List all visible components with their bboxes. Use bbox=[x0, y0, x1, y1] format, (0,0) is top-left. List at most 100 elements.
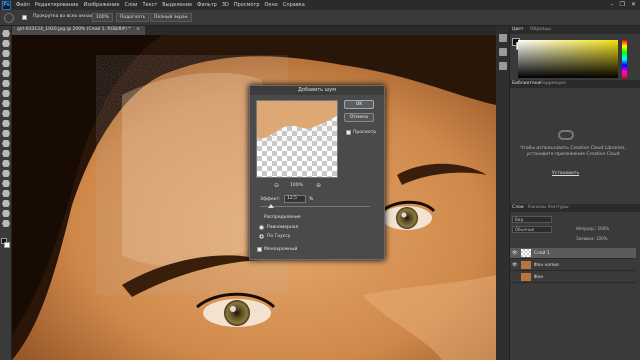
history-brush-tool-icon[interactable] bbox=[2, 120, 10, 127]
right-panels: Цвет Образцы Библиотеки Коррекция Чтобы … bbox=[496, 26, 640, 360]
fit-screen-button[interactable]: Подогнать bbox=[116, 13, 150, 22]
layer-thumbnail bbox=[520, 249, 531, 257]
eye-icon[interactable]: 👁 bbox=[512, 251, 518, 256]
blur-tool-icon[interactable] bbox=[2, 150, 10, 157]
hand-tool-icon[interactable] bbox=[2, 210, 10, 217]
amount-label: Эффект: bbox=[260, 197, 281, 202]
tab-paths[interactable]: Контуры bbox=[548, 205, 569, 210]
shape-tool-icon[interactable] bbox=[2, 200, 10, 207]
layer-kind-filter[interactable]: Вид bbox=[512, 216, 552, 223]
zoom-tool-icon[interactable] bbox=[2, 220, 10, 227]
layer-row[interactable]: 👁 Фон копия bbox=[510, 260, 636, 271]
hue-slider[interactable] bbox=[622, 40, 627, 78]
gaussian-radio[interactable] bbox=[259, 234, 264, 239]
crop-tool-icon[interactable] bbox=[2, 70, 10, 77]
preview-checkbox[interactable] bbox=[346, 130, 351, 135]
tab-adjustments[interactable]: Коррекция bbox=[540, 81, 566, 86]
dodge-tool-icon[interactable] bbox=[2, 160, 10, 167]
menu-image[interactable]: Изображение bbox=[83, 2, 119, 8]
layer-thumbnail bbox=[520, 273, 531, 281]
tab-swatches[interactable]: Образцы bbox=[530, 27, 551, 32]
menu-help[interactable]: Справка bbox=[283, 2, 305, 8]
layer-row[interactable]: 👁 Слой 1 bbox=[510, 248, 636, 259]
options-bar: Прокрутка во всех окнах 100% Подогнать П… bbox=[0, 10, 640, 26]
tab-layers[interactable]: Слои bbox=[512, 205, 524, 210]
layer-row[interactable]: 👁 Фон bbox=[510, 272, 636, 283]
eraser-tool-icon[interactable] bbox=[2, 130, 10, 137]
tab-channels[interactable]: Каналы bbox=[528, 205, 546, 210]
close-icon[interactable]: ✕ bbox=[631, 1, 636, 8]
menu-3d[interactable]: 3D bbox=[222, 2, 229, 8]
menu-filter[interactable]: Фильтр bbox=[197, 2, 217, 8]
clone-tool-icon[interactable] bbox=[2, 110, 10, 117]
dialog-title: Добавить шум bbox=[250, 86, 384, 95]
background-color-swatch[interactable] bbox=[4, 242, 10, 248]
tab-close-icon[interactable]: × bbox=[136, 27, 140, 32]
layers-panel-header: Слои Каналы Контуры bbox=[510, 204, 640, 212]
blend-mode-select[interactable]: Обычные bbox=[512, 226, 552, 233]
scroll-all-checkbox[interactable] bbox=[22, 15, 27, 20]
add-noise-dialog: Добавить шум ⊖ 100% ⊕ OK Отмена Просмотр… bbox=[249, 85, 385, 260]
ok-button[interactable]: OK bbox=[344, 100, 374, 109]
distribution-label: Распределение bbox=[264, 215, 301, 220]
color-picker-field[interactable] bbox=[518, 40, 618, 78]
move-tool-icon[interactable] bbox=[2, 30, 10, 37]
tab-libraries[interactable]: Библиотеки bbox=[512, 81, 540, 86]
menu-edit[interactable]: Редактирование bbox=[35, 2, 79, 8]
document-tab[interactable]: girl-833124_1920.jpg @ 200% (Слой 1, RGB… bbox=[12, 26, 145, 35]
preview-image bbox=[257, 101, 337, 141]
layer-name: Фон копия bbox=[533, 262, 559, 268]
lasso-tool-icon[interactable] bbox=[2, 50, 10, 57]
cc-install-link[interactable]: Установить bbox=[552, 171, 579, 176]
quick-select-tool-icon[interactable] bbox=[2, 60, 10, 67]
minimize-icon[interactable]: – bbox=[611, 1, 614, 8]
cc-message: Чтобы использовать Creative Cloud Librar… bbox=[520, 146, 626, 157]
amount-slider-track[interactable] bbox=[260, 206, 370, 207]
menu-layers[interactable]: Слои bbox=[124, 2, 137, 8]
eyedropper-tool-icon[interactable] bbox=[2, 80, 10, 87]
opacity-field[interactable]: Непрозр.: 100% bbox=[576, 226, 609, 231]
monochrome-checkbox[interactable] bbox=[257, 247, 262, 252]
brush-tool-icon[interactable] bbox=[2, 100, 10, 107]
preview-label: Просмотр bbox=[353, 130, 377, 135]
panel-icon-column bbox=[496, 26, 510, 360]
menu-type[interactable]: Текст bbox=[142, 2, 157, 8]
layer-name: Слой 1 bbox=[533, 250, 550, 256]
cancel-button[interactable]: Отмена bbox=[344, 113, 374, 122]
eye-icon[interactable]: 👁 bbox=[512, 263, 518, 268]
zoom-out-icon[interactable]: ⊖ bbox=[274, 182, 279, 189]
amount-input[interactable]: 12,5 bbox=[284, 195, 306, 203]
path-select-tool-icon[interactable] bbox=[2, 190, 10, 197]
healing-tool-icon[interactable] bbox=[2, 90, 10, 97]
amount-slider-thumb[interactable] bbox=[268, 204, 274, 208]
gaussian-label: По Гауссу bbox=[267, 234, 291, 239]
zoom-100-button[interactable]: 100% bbox=[92, 13, 113, 22]
tab-color[interactable]: Цвет bbox=[512, 27, 524, 32]
pen-tool-icon[interactable] bbox=[2, 170, 10, 177]
properties-panel-icon[interactable] bbox=[499, 48, 507, 56]
restore-icon[interactable]: ❐ bbox=[620, 1, 625, 8]
libraries-panel-header: Библиотеки Коррекция bbox=[510, 80, 640, 88]
photoshop-logo-icon: Ps bbox=[2, 0, 11, 10]
menu-file[interactable]: Файл bbox=[16, 2, 30, 8]
scroll-all-label: Прокрутка во всех окнах bbox=[33, 14, 93, 19]
menu-view[interactable]: Просмотр bbox=[234, 2, 260, 8]
hand-tool-icon[interactable] bbox=[4, 13, 14, 23]
zoom-in-icon[interactable]: ⊕ bbox=[316, 182, 321, 189]
document-tab-title: girl-833124_1920.jpg @ 200% (Слой 1, RGB… bbox=[17, 27, 131, 32]
gradient-tool-icon[interactable] bbox=[2, 140, 10, 147]
type-tool-icon[interactable] bbox=[2, 180, 10, 187]
history-panel-icon[interactable] bbox=[499, 34, 507, 42]
tools-panel bbox=[0, 26, 12, 360]
marquee-tool-icon[interactable] bbox=[2, 40, 10, 47]
uniform-radio[interactable] bbox=[259, 225, 264, 230]
fill-field[interactable]: Заливка: 100% bbox=[576, 236, 607, 241]
uniform-label: Равномерная bbox=[267, 225, 299, 230]
menu-window[interactable]: Окно bbox=[265, 2, 278, 8]
menu-select[interactable]: Выделение bbox=[162, 2, 192, 8]
fill-screen-button[interactable]: Полный экран bbox=[150, 13, 192, 22]
filter-preview[interactable] bbox=[256, 100, 338, 178]
brush-panel-icon[interactable] bbox=[499, 62, 507, 70]
document-tab-bar: girl-833124_1920.jpg @ 200% (Слой 1, RGB… bbox=[12, 26, 496, 35]
creative-cloud-icon bbox=[558, 130, 574, 140]
